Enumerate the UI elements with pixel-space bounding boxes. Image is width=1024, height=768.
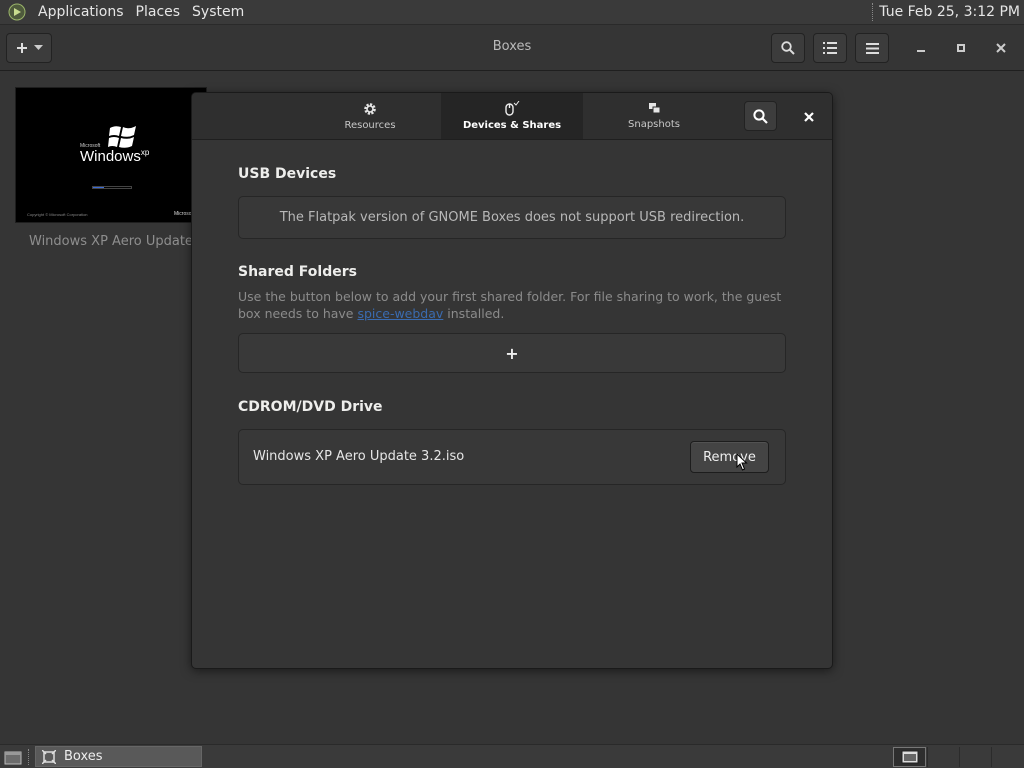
close-icon [804, 112, 814, 122]
tab-resources[interactable]: Resources [299, 93, 441, 139]
tab-snapshots-label: Snapshots [628, 119, 680, 130]
cdrom-section-title: CDROM/DVD Drive [238, 399, 383, 415]
desktop-icon [4, 751, 22, 764]
usb-section-title: USB Devices [238, 166, 337, 182]
boxes-app-icon [42, 749, 56, 764]
add-label: + [505, 343, 519, 363]
windows-flag-icon [108, 126, 136, 148]
panel-separator [28, 749, 29, 765]
mouse-icon [505, 101, 520, 116]
workspace-3[interactable] [959, 747, 991, 767]
cdrom-iso-name: Windows XP Aero Update 3.2.iso [253, 449, 465, 464]
mouse-cursor-icon [736, 453, 748, 471]
search-button[interactable] [771, 33, 805, 63]
chevron-down-icon [33, 45, 43, 50]
hamburger-menu-icon [865, 42, 879, 54]
bottom-panel: Boxes [0, 744, 1024, 768]
minimize-button[interactable] [906, 33, 936, 63]
thumbnail-logo-text: Windowsxp [80, 148, 150, 165]
places-menu[interactable]: Places [130, 0, 187, 25]
usb-message-frame: The Flatpak version of GNOME Boxes does … [238, 196, 786, 239]
dialog-header: Resources Devices & Shares Snapshots [192, 93, 832, 140]
shared-folders-description: Use the button below to add your first s… [238, 289, 782, 321]
cdrom-row: Windows XP Aero Update 3.2.iso Remove [238, 429, 786, 485]
usb-message: The Flatpak version of GNOME Boxes does … [279, 210, 745, 225]
add-shared-folder-button[interactable]: + [238, 333, 786, 373]
tab-devices-shares[interactable]: Devices & Shares [441, 93, 583, 139]
boot-progress-bar [92, 186, 132, 189]
taskbar-label: Boxes [64, 749, 103, 764]
workspace-2[interactable] [927, 747, 959, 767]
clock[interactable]: Tue Feb 25, 3:12 PM [879, 4, 1020, 20]
gear-icon [364, 102, 376, 115]
properties-dialog: Resources Devices & Shares Snapshots USB… [191, 92, 833, 669]
top-panel: Applications Places System Tue Feb 25, 3… [0, 0, 1024, 25]
tab-devices-label: Devices & Shares [462, 120, 562, 131]
workspace-4[interactable] [991, 747, 1023, 767]
dialog-close-button[interactable] [794, 102, 824, 132]
tab-snapshots[interactable]: Snapshots [583, 93, 725, 139]
close-window-button[interactable] [986, 33, 1016, 63]
show-desktop-button[interactable] [3, 748, 23, 766]
maximize-button[interactable] [946, 33, 976, 63]
shared-folders-title: Shared Folders [238, 264, 357, 280]
panel-separator [872, 3, 874, 21]
main-menu-button[interactable] [855, 33, 889, 63]
tab-resources-label: Resources [344, 119, 396, 131]
spice-webdav-link[interactable]: spice-webdav [357, 306, 443, 321]
workspace-1[interactable] [893, 747, 926, 767]
boxes-headerbar: Boxes [0, 25, 1024, 71]
distro-logo-icon[interactable] [8, 3, 26, 21]
taskbar-boxes-button[interactable]: Boxes [35, 746, 202, 767]
plus-icon [16, 43, 27, 53]
system-menu[interactable]: System [186, 0, 250, 25]
snapshots-icon [648, 103, 660, 114]
remove-iso-button[interactable]: Remove [690, 441, 769, 473]
workspace-window-icon [901, 750, 918, 764]
maximize-icon [957, 44, 965, 52]
minimize-icon [917, 50, 925, 52]
dialog-search-button[interactable] [744, 101, 777, 131]
close-icon [996, 43, 1006, 53]
list-view-icon [823, 42, 837, 54]
thumbnail-copyright: Copyright © Microsoft Corporation [27, 212, 88, 217]
search-icon [753, 108, 768, 124]
search-icon [781, 41, 795, 55]
applications-menu[interactable]: Applications [32, 0, 130, 25]
list-view-button[interactable] [813, 33, 847, 63]
new-box-button[interactable] [6, 33, 52, 63]
